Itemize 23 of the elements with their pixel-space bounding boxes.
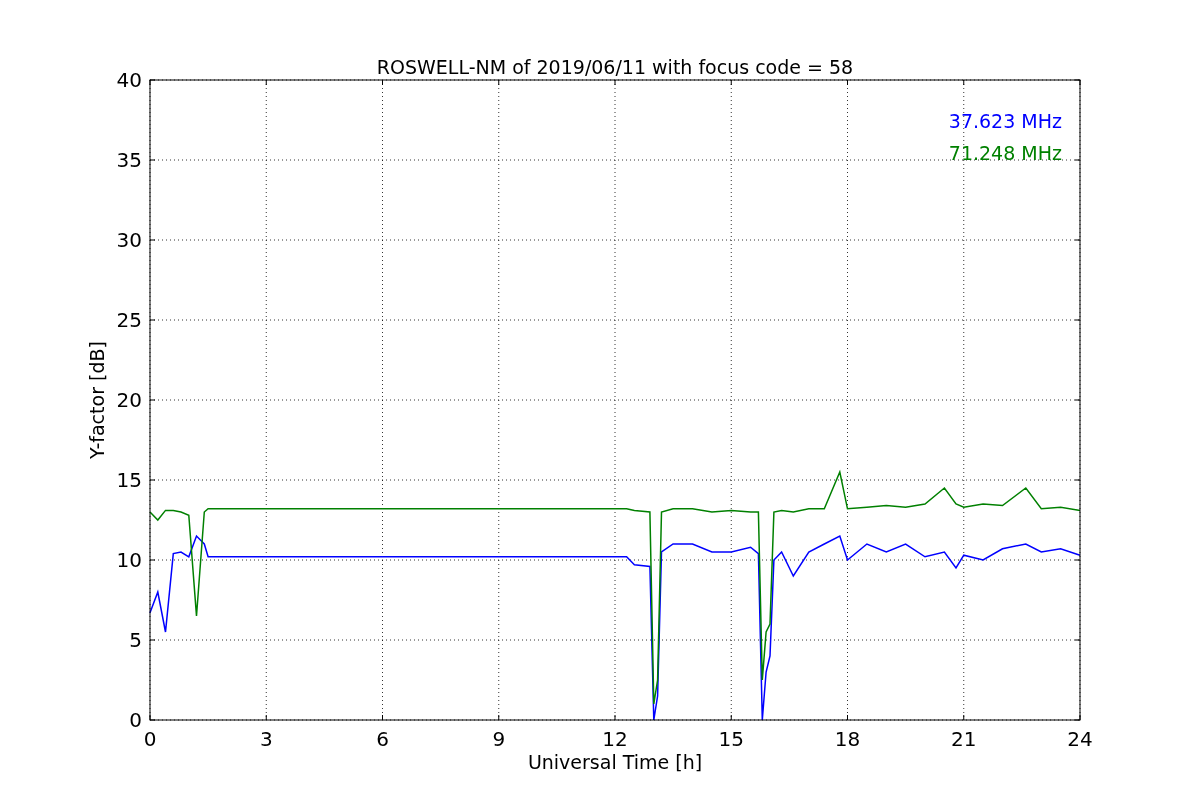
tick-label: 30 [116,228,142,252]
tick-label: 10 [116,548,142,572]
tick-label: 5 [129,628,142,652]
tick-label: 40 [116,68,142,92]
tick-label: 35 [116,148,142,172]
tick-label: 9 [492,727,506,751]
tick-label: 20 [116,388,142,412]
tick-label: 3 [259,727,273,751]
tick-label: 12 [602,727,628,751]
axis-label: Y-factor [dB] [86,341,108,459]
axis-label: Universal Time [h] [527,751,703,773]
tick-label: 24 [1067,727,1093,751]
legend-label: 37.623 MHz [948,110,1062,132]
tick-label: 15 [116,468,142,492]
tick-label: 0 [143,727,157,751]
tick-label: 18 [834,727,861,751]
chart-title: ROSWELL-NM of 2019/06/11 with focus code = 58 [376,56,854,78]
tick-label: 15 [718,727,744,751]
tick-label: 0 [129,708,142,732]
tick-label: 25 [116,308,142,332]
tick-label: 21 [951,727,977,751]
legend-label: 71.248 MHz [948,142,1062,164]
tick-label: 6 [376,727,389,751]
